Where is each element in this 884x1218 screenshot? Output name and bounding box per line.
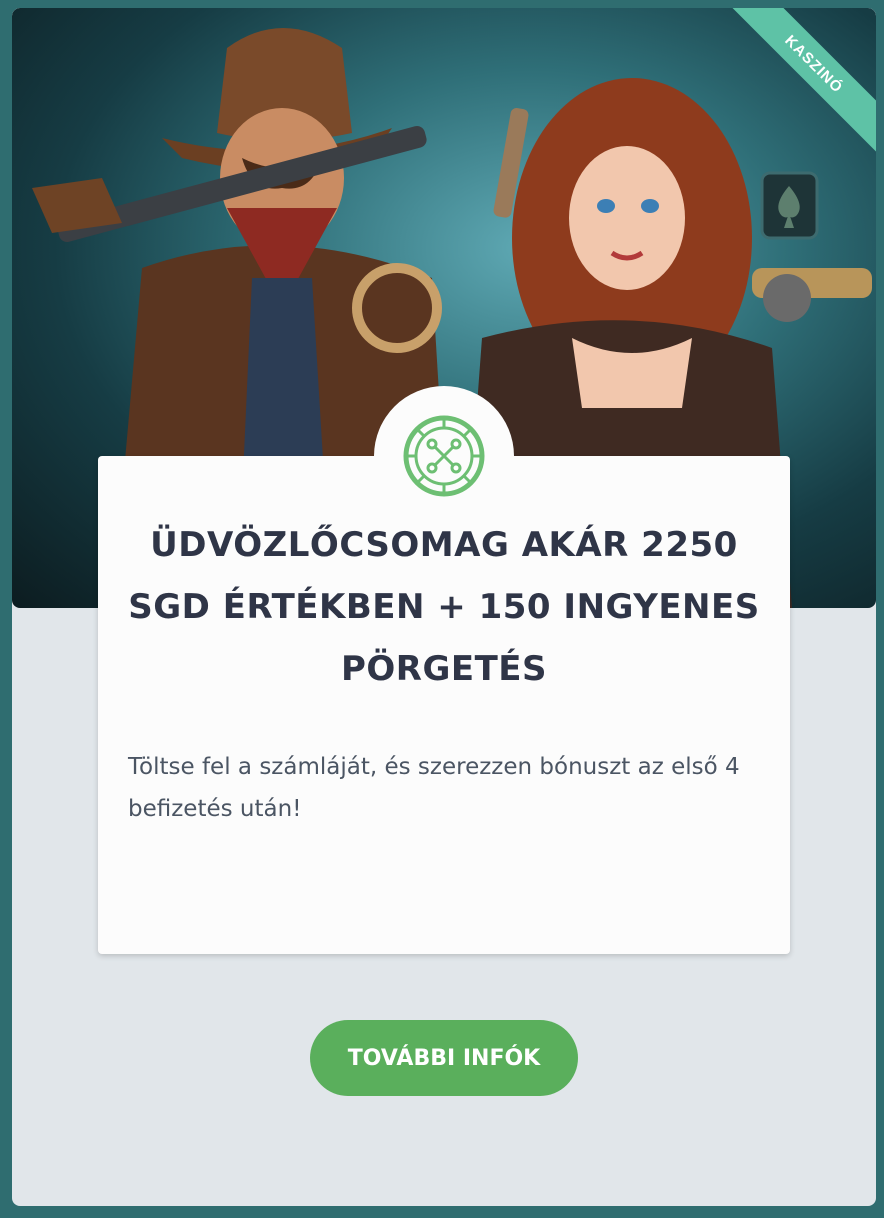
roulette-badge [374, 386, 514, 526]
promo-title: ÜDVÖZLŐCSOMAG AKÁR 2250 SGD ÉRTÉKBEN + 1… [128, 525, 760, 689]
casino-promo-card: KASZINÓ ÜDVÖZLŐCSOMAG AKÁR 2250 SGD ÉRTÉ… [12, 8, 876, 1206]
promo-content-box: ÜDVÖZLŐCSOMAG AKÁR 2250 SGD ÉRTÉKBEN + 1… [98, 456, 790, 954]
roulette-wheel-icon [403, 415, 485, 497]
more-info-button[interactable]: TOVÁBBI INFÓK [310, 1020, 578, 1096]
promo-description: Töltse fel a számláját, és szerezzen bón… [128, 754, 740, 822]
